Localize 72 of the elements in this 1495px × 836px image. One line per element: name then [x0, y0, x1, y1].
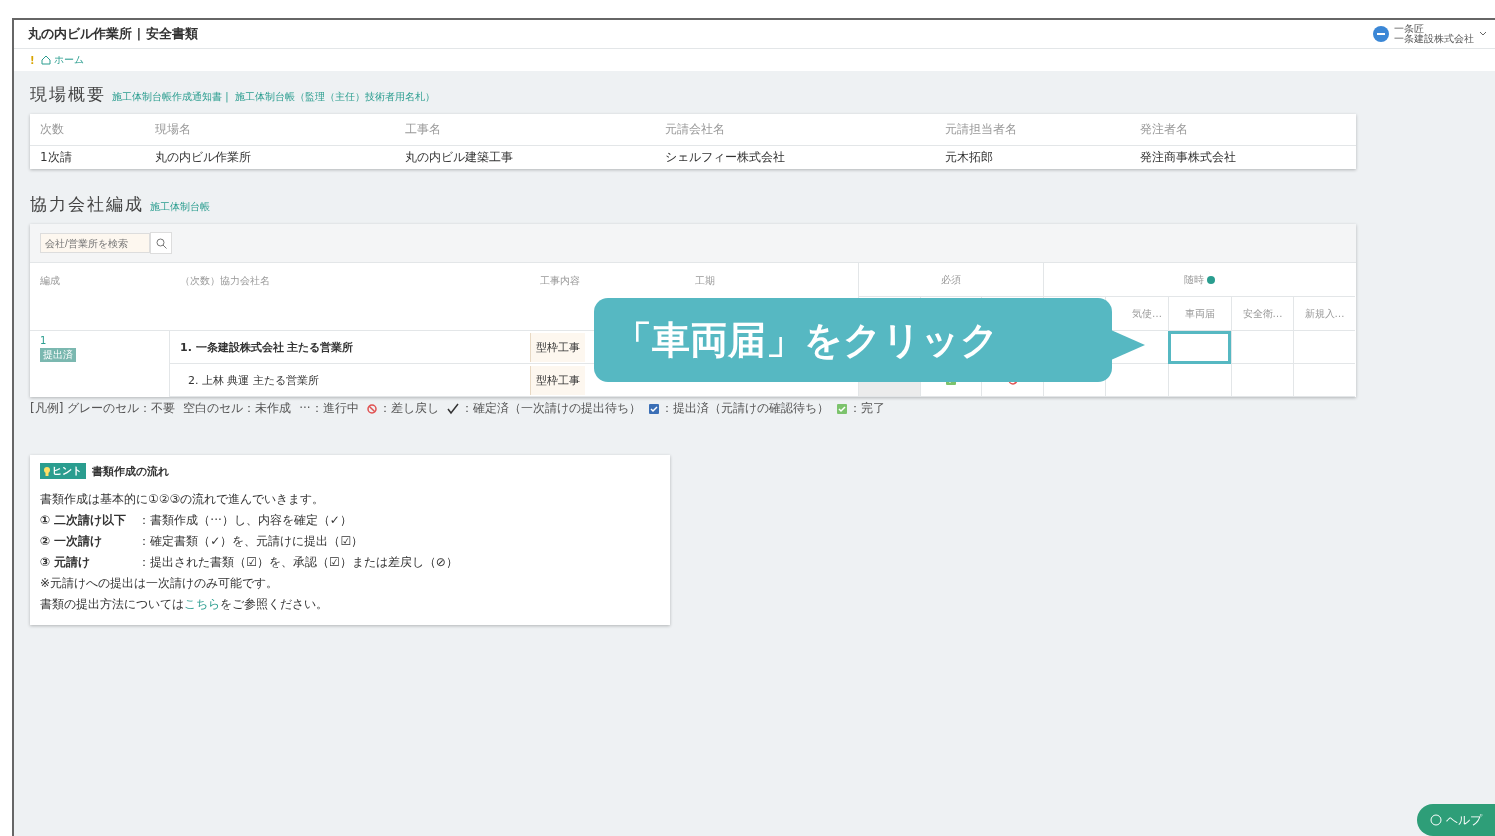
question-icon [1430, 814, 1442, 826]
hint-text: 書類の提出方法についてはこちら をご参照ください。 [40, 596, 329, 613]
search-icon [155, 237, 167, 249]
column-header: 発注者名 [1130, 114, 1356, 146]
table-cell-text: 1次請 [39, 149, 73, 166]
document-link[interactable]: 施工体制台帳（監理（主任）技術者用名札） [234, 90, 435, 104]
document-link[interactable]: 施工体制台帳作成通知書 | [112, 90, 229, 104]
column-header: （次数）協力会社名 [170, 263, 530, 331]
document-cell[interactable] [1231, 364, 1293, 397]
column-header: 安全衛… [1242, 306, 1283, 321]
section-heading: 協力会社編成 [30, 193, 144, 216]
document-cell[interactable] [1231, 331, 1293, 364]
home-icon [40, 55, 51, 65]
section-heading: 現場概要 [30, 83, 106, 106]
document-cell[interactable] [1293, 364, 1355, 397]
header-text: 随時 [1184, 272, 1204, 287]
chevron-down-icon[interactable] [1479, 31, 1487, 37]
company-name[interactable]: 1. 一条建設株式会社 主たる営業所 [180, 339, 354, 355]
table-cell-text: シェルフィー株式会社 [664, 149, 786, 166]
legend-item: ：完了 [836, 400, 885, 417]
table-cell-text: 元木拓郎 [944, 149, 994, 166]
table-cell-text: 丸の内ビル建築工事 [404, 149, 514, 166]
checkmark-icon [446, 402, 459, 415]
legend-item: 空白のセル：未作成 [183, 400, 292, 417]
info-icon[interactable] [1207, 275, 1215, 284]
help-link[interactable]: こちら [184, 597, 220, 611]
help-button[interactable]: ヘルプ [1417, 804, 1495, 836]
table-cell-text: 丸の内ビル作業所 [154, 149, 252, 166]
group-number: 1 [40, 335, 48, 346]
legend-item: [凡例] グレーのセル：不要 [30, 400, 176, 417]
work-type: 型枠工事 [530, 332, 585, 362]
column-header: 車両届 [1185, 306, 1215, 321]
legend-item: ···：進行中 [299, 400, 359, 417]
column-header: 気使… [1132, 306, 1162, 321]
column-header: 元請担当者名 [935, 114, 1130, 146]
column-header: 元請会社名 [655, 114, 935, 146]
column-header: 新規入… [1304, 306, 1345, 321]
user-name: 一条匠 [1394, 24, 1424, 34]
prohibited-icon [366, 403, 377, 414]
hint-text: ③ 元請け ：提出された書類（☑）を、承認（☑）または差戻し（⊘） [40, 554, 459, 571]
column-header: 編成 [30, 263, 170, 331]
column-header: 必須 [858, 263, 1043, 297]
hint-text: ① 二次請け以下 ：書類作成（···）し、内容を確定（✓） [40, 512, 353, 529]
table-cell-text: 発注商事株式会社 [1139, 149, 1237, 166]
document-cell[interactable] [1168, 364, 1231, 397]
document-cell[interactable] [1168, 331, 1231, 364]
company-name[interactable]: 2. 上林 典運 主たる営業所 [180, 372, 319, 388]
avatar-icon[interactable] [1373, 26, 1389, 42]
checked-box-icon [648, 403, 659, 414]
legend-item: ：差し戻し [366, 400, 439, 417]
document-link[interactable]: 施工体制台帳 [150, 200, 210, 214]
column-header: 工事名 [395, 114, 655, 146]
hint-text: 書類作成は基本的に①②③の流れで進んでいきます。 [40, 491, 326, 508]
column-header: 現場名 [145, 114, 395, 146]
checked-box-icon [836, 403, 847, 414]
bulb-icon [44, 466, 50, 476]
column-header: 次数 [30, 114, 145, 146]
user-company: 一条建設株式会社 [1394, 34, 1474, 44]
hint-title: 書類作成の流れ [92, 463, 169, 479]
alert-mark: ! [30, 54, 35, 66]
home-link[interactable]: ホーム [40, 53, 84, 67]
page-title: 丸の内ビル作業所 | 安全書類 [28, 25, 198, 43]
search-field[interactable]: 会社/営業所を検索 [40, 233, 150, 253]
hint-badge: ヒント [40, 463, 86, 479]
hint-text: ※元請けへの提出は一次請けのみ可能です。 [40, 575, 280, 592]
legend-item: ：提出済（元請けの確認待ち） [648, 400, 829, 417]
hint-text: ② 一次請け ：確定書類（✓）を、元請けに提出（☑） [40, 533, 365, 550]
search-button[interactable] [150, 232, 172, 254]
legend-item: ：確定済（一次請けの提出待ち） [446, 400, 641, 417]
status-badge: 提出済 [40, 348, 76, 362]
document-cell[interactable] [1293, 331, 1355, 364]
work-type: 型枠工事 [530, 365, 585, 395]
